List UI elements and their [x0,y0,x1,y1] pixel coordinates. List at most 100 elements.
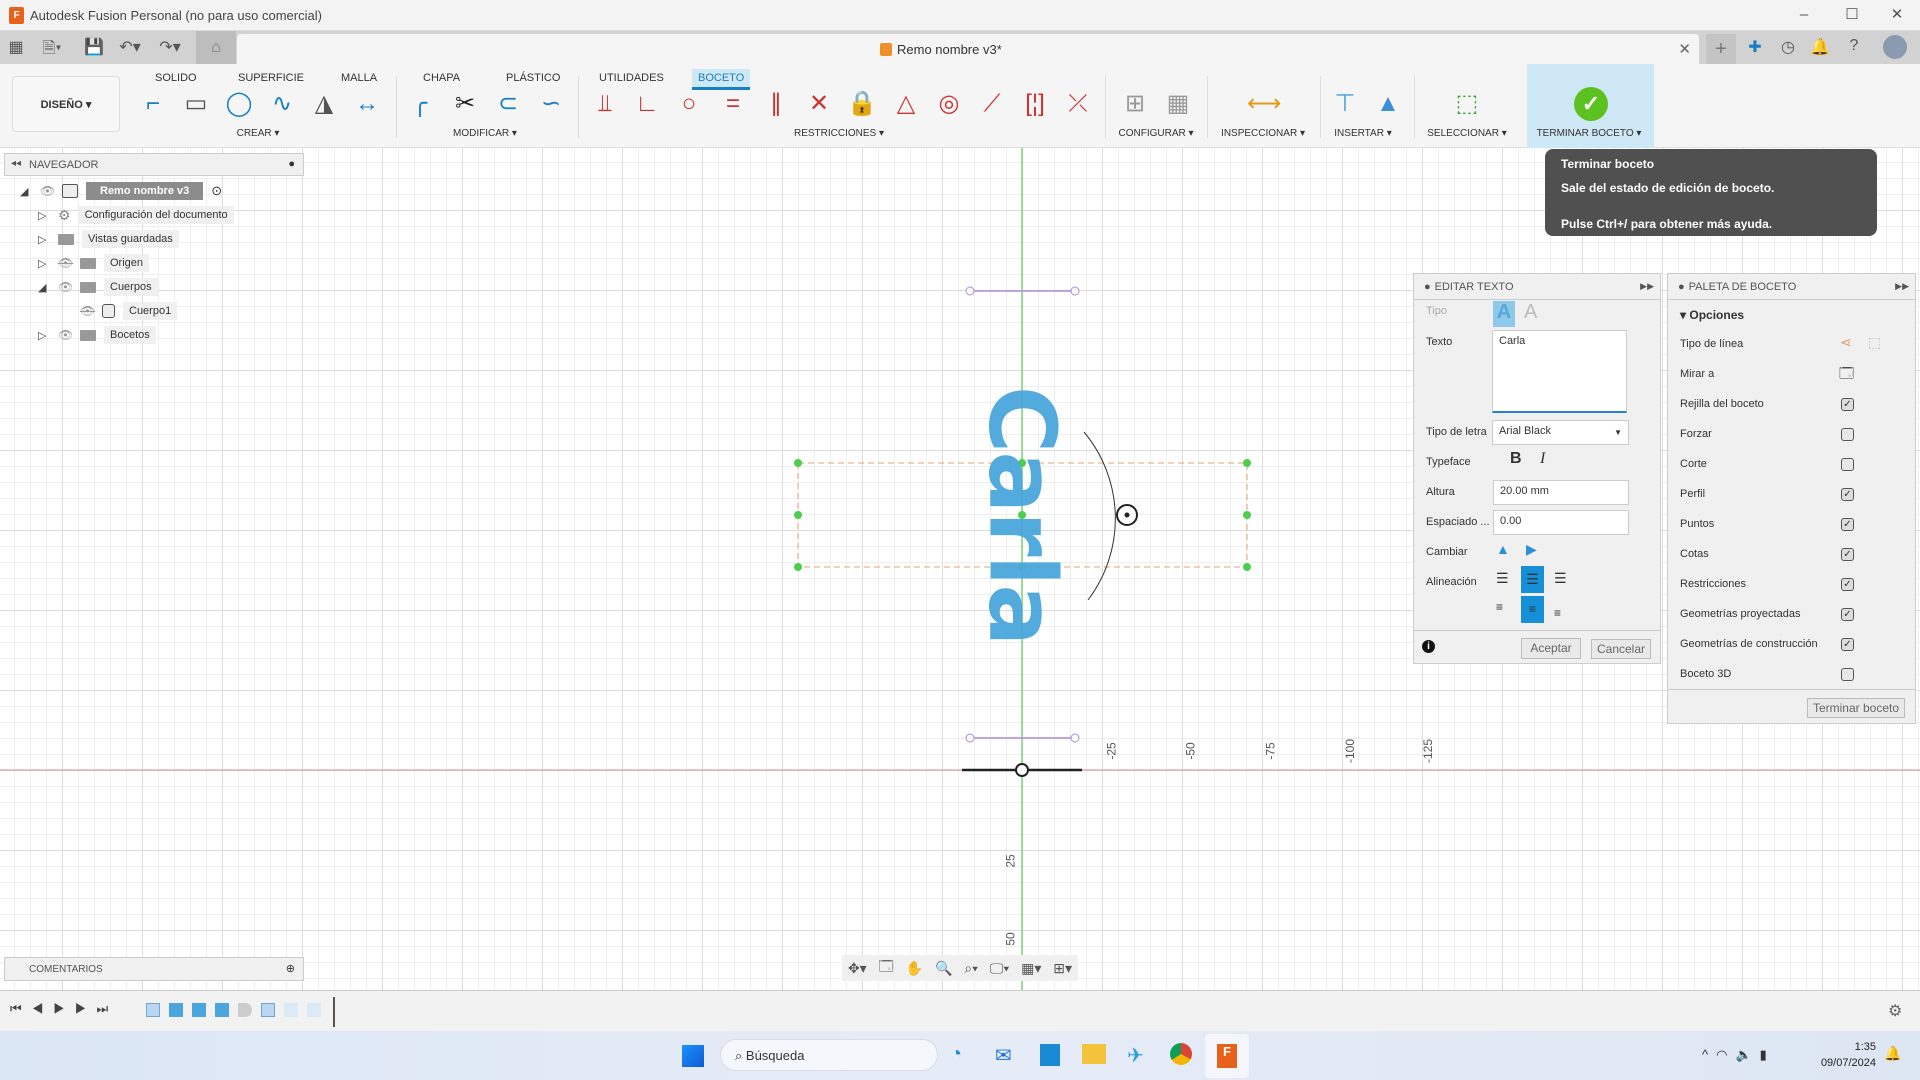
home-icon[interactable]: ⌂ [196,31,236,64]
fillet-feature-icon[interactable] [238,1003,252,1017]
battery-icon[interactable]: ▮ [1760,1047,1775,1062]
tree-item[interactable]: ▷ 👁 Origen [20,253,234,273]
undo-icon[interactable]: ↶▾ [118,37,142,57]
tab-utilidades[interactable]: UTILIDADES [593,69,670,87]
tree-item[interactable]: ▷ Vistas guardadas [20,229,234,249]
fusion-taskbar-button[interactable]: F [1205,1034,1249,1078]
align-center-icon[interactable]: ☰ [1521,566,1544,593]
select-window-icon[interactable]: ⬚ [1451,88,1483,120]
curvature-constraint-icon[interactable]: ⤫ [1062,88,1094,120]
insert-image-icon[interactable]: ▲ [1372,88,1404,120]
minimize-dialog-icon[interactable]: ● [1424,281,1431,293]
redo-icon[interactable]: ↷▾ [158,37,182,57]
next-icon[interactable]: ▶ [75,1001,97,1016]
fix-constraint-icon[interactable]: ⫫ [589,88,621,120]
perpendicular-lines-icon[interactable]: ✕ [803,88,835,120]
line-tool-icon[interactable]: ⌐ [137,88,169,120]
group-terminar-boceto[interactable]: TERMINAR BOCETO ▾ [1537,128,1642,139]
tab-superficie[interactable]: SUPERFICIE [232,69,310,87]
workspace-selector[interactable]: DISEÑO ▾ [12,76,120,132]
notification-bell-icon[interactable]: 🔔 [1884,1045,1901,1062]
timeline-settings-gear-icon[interactable]: ⚙ [1888,1001,1902,1021]
palette-option-checkbox[interactable]: ✓ [1841,548,1854,561]
close-window-button[interactable]: ✕ [1877,4,1917,26]
collapse-panel-icon[interactable]: ◂◂ [11,158,21,169]
comments-panel[interactable]: COMENTARIOS ⊕ [4,957,304,981]
taskbar-search[interactable]: ⌕ Búsqueda [720,1039,938,1071]
group-crear[interactable]: CREAR ▾ [237,128,280,139]
group-configurar[interactable]: CONFIGURAR ▾ [1118,128,1193,139]
prime-video-icon[interactable] [1040,1044,1060,1066]
align-bottom-icon[interactable]: ≡ [1554,606,1561,620]
mail-icon[interactable]: ✉ [995,1043,1012,1068]
wifi-icon[interactable]: ◠ [1716,1047,1735,1062]
tab-plastico[interactable]: PLÁSTICO [500,69,566,87]
extrude-feature-icon[interactable] [169,1003,183,1017]
grid-settings-icon[interactable]: ▦▾ [1021,960,1041,977]
eye-icon[interactable]: 👁 [40,184,55,198]
clock[interactable]: 1:35 09/07/2024 [1812,1039,1876,1071]
mirror-tool-icon[interactable]: ◮ [308,88,340,120]
expand-dialog-icon[interactable]: ▶▶ [1640,281,1654,292]
tree-root[interactable]: ◢ 👁 Remo nombre v3 ⊙ [20,181,234,201]
group-inspeccionar[interactable]: INSPECCIONAR ▾ [1221,128,1305,139]
align-middle-icon[interactable]: ≡ [1521,596,1544,623]
align-left-icon[interactable]: ☰ [1496,570,1509,587]
tray-chevron-icon[interactable]: ^ [1702,1047,1716,1062]
palette-option-checkbox[interactable]: ✓ [1841,488,1854,501]
apps-grid-icon[interactable]: ▦ [4,37,28,57]
centerline-linetype-icon[interactable]: ⬚ [1868,334,1881,351]
palette-option-checkbox[interactable]: ✓ [1841,638,1854,651]
tree-item[interactable]: ◢ 👁 Cuerpos [20,277,234,297]
equal-constraint-icon[interactable]: = [717,88,749,120]
last-icon[interactable]: ⏭ [97,1001,119,1016]
text-input[interactable]: Carla [1492,330,1627,413]
maximize-button[interactable]: ☐ [1832,4,1872,26]
tab-malla[interactable]: MALLA [335,69,383,87]
tangent-constraint-icon[interactable]: ○ [673,88,705,120]
symmetry-constraint-icon[interactable]: [¦] [1019,88,1051,120]
file-explorer-icon[interactable] [1082,1044,1106,1064]
group-insertar[interactable]: INSERTAR ▾ [1334,128,1391,139]
measure-icon[interactable]: ⟷ [1247,88,1281,120]
dialog-header[interactable]: ● EDITAR TEXTO ▶▶ [1414,274,1660,300]
activate-radio-icon[interactable]: ⊙ [211,183,222,199]
eye-hidden-icon[interactable]: 👁 [80,304,95,318]
group-seleccionar[interactable]: SELECCIONAR ▾ [1427,128,1506,139]
expanded-triangle-icon[interactable]: ◢ [20,185,32,198]
eye-icon[interactable]: 👁 [58,328,73,342]
edge-icon[interactable]: ◔ [950,1043,962,1066]
look-at-view-icon[interactable]: 🗔 [879,956,894,980]
eye-icon[interactable]: 👁 [58,280,73,294]
font-select[interactable]: Arial Black ▼ [1492,420,1629,445]
pan-hand-icon[interactable]: ✋ [906,960,923,977]
new-tab-icon[interactable]: + [1706,34,1736,64]
options-section[interactable]: ▾ Opciones [1680,308,1744,322]
browser-panel-header[interactable]: ◂◂ NAVEGADOR ● [4,153,304,176]
play-icon[interactable]: ▶ [53,1001,75,1016]
spacing-input[interactable]: 0.00 [1493,510,1629,535]
insert-bolt-icon[interactable]: ⊤ [1329,88,1361,120]
midpoint-constraint-icon[interactable]: ⟋ [976,88,1008,120]
telegram-icon[interactable]: ✈ [1127,1043,1144,1068]
viewports-icon[interactable]: ⊞▾ [1053,960,1072,977]
system-tray[interactable]: ^◠🔈▮ [1702,1047,1775,1063]
bold-button[interactable]: B [1510,450,1522,468]
rectangle-tool-icon[interactable]: ▭ [180,88,212,120]
orbit-icon[interactable]: ✥▾ [848,960,867,977]
palette-option-checkbox[interactable] [1841,458,1854,471]
tab-chapa[interactable]: CHAPA [417,69,466,87]
add-comment-icon[interactable]: ⊕ [286,962,295,975]
group-modificar[interactable]: MODIFICAR ▾ [453,128,517,139]
help-icon[interactable]: ? [1842,37,1866,55]
parallel-constraint-icon[interactable]: ∥ [760,88,792,120]
curve-tool-icon[interactable]: ∽ [535,88,567,120]
file-menu-icon[interactable]: 🗎▾ [40,37,64,64]
root-label[interactable]: Remo nombre v3 [86,182,204,200]
offset-tool-icon[interactable]: ⊂ [492,88,524,120]
suppressed-feature-icon[interactable] [307,1003,321,1017]
flip-vertical-icon[interactable]: ▶ [1526,541,1537,558]
look-at-icon[interactable]: 🗔 [1839,363,1854,387]
concentric-constraint-icon[interactable]: ◎ [933,88,965,120]
tab-solido[interactable]: SOLIDO [149,69,203,87]
